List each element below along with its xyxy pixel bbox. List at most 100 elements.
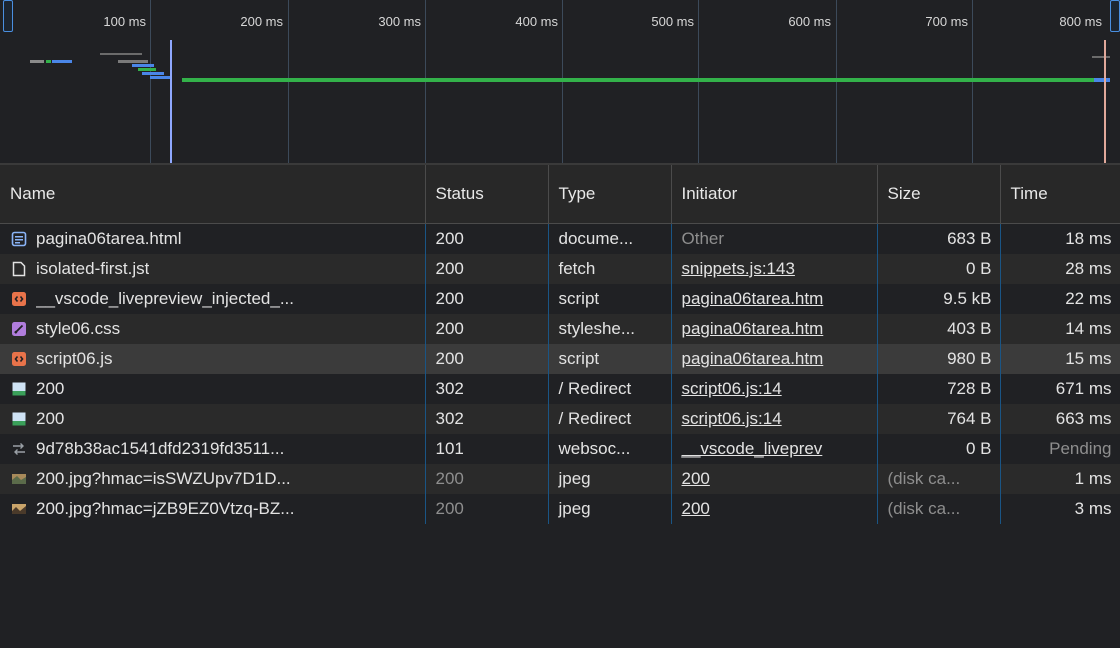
request-type: / Redirect	[548, 374, 672, 404]
table-row[interactable]: 200.jpg?hmac=jZB9EZ0Vtzq-BZ... 200 jpeg …	[0, 494, 1120, 524]
request-name-cell[interactable]: 200	[0, 404, 426, 434]
image-icon	[10, 380, 28, 398]
timeline-gridline	[425, 0, 426, 165]
request-status: 200	[425, 344, 549, 374]
request-name-cell[interactable]: style06.css	[0, 314, 426, 344]
request-bar	[1094, 78, 1110, 82]
request-name-cell[interactable]: __vscode_livepreview_injected_...	[0, 284, 426, 314]
table-row[interactable]: pagina06tarea.html 200 docume... Other 6…	[0, 223, 1120, 254]
request-initiator-link[interactable]: pagina06tarea.htm	[671, 284, 878, 314]
request-type: jpeg	[548, 464, 672, 494]
request-time: 671 ms	[1000, 374, 1120, 404]
timeline-tick-label: 700 ms	[925, 14, 968, 29]
timeline-gridline	[562, 0, 563, 165]
request-name-cell[interactable]: 200.jpg?hmac=isSWZUpv7D1D...	[0, 464, 426, 494]
request-name-cell[interactable]: isolated-first.jst	[0, 254, 426, 284]
table-row[interactable]: isolated-first.jst 200 fetch snippets.js…	[0, 254, 1120, 284]
timeline-gridline	[150, 0, 151, 165]
request-type: websoc...	[548, 434, 672, 464]
timeline-tick-label: 200 ms	[240, 14, 283, 29]
initiator-link[interactable]: script06.js:14	[682, 379, 782, 398]
request-status: 101	[425, 434, 549, 464]
request-name-cell[interactable]: 200	[0, 374, 426, 404]
column-header-name[interactable]: Name	[0, 165, 426, 224]
script-icon	[10, 290, 28, 308]
table-row[interactable]: 200 302 / Redirect script06.js:14 764 B …	[0, 404, 1120, 434]
request-initiator-link[interactable]: __vscode_liveprev	[671, 434, 878, 464]
request-time: 22 ms	[1000, 284, 1120, 314]
request-type: fetch	[548, 254, 672, 284]
request-bar-long	[182, 78, 1097, 82]
request-name: 200	[36, 409, 65, 428]
column-header-time[interactable]: Time	[1000, 165, 1120, 224]
image-icon	[10, 410, 28, 428]
request-size: 9.5 kB	[877, 284, 1001, 314]
request-status: 200	[425, 464, 549, 494]
initiator-link[interactable]: script06.js:14	[682, 409, 782, 428]
initiator-link[interactable]: __vscode_liveprev	[682, 439, 823, 458]
request-name-cell[interactable]: 200.jpg?hmac=jZB9EZ0Vtzq-BZ...	[0, 494, 426, 524]
request-initiator-link[interactable]: pagina06tarea.htm	[671, 314, 878, 344]
initiator-link[interactable]: pagina06tarea.htm	[682, 349, 824, 368]
websocket-icon	[10, 440, 28, 458]
table-row[interactable]: 200 302 / Redirect script06.js:14 728 B …	[0, 374, 1120, 404]
stylesheet-icon	[10, 320, 28, 338]
request-status: 200	[425, 254, 549, 284]
request-size: (disk ca...	[877, 464, 1001, 494]
column-header-type[interactable]: Type	[548, 165, 672, 224]
column-header-size[interactable]: Size	[877, 165, 1001, 224]
image-thumbnail-icon	[10, 470, 28, 488]
initiator-link[interactable]: 200	[682, 469, 710, 488]
timeline-overview[interactable]: 100 ms 200 ms 300 ms 400 ms 500 ms 600 m…	[0, 0, 1120, 165]
request-type: / Redirect	[548, 404, 672, 434]
column-header-initiator[interactable]: Initiator	[671, 165, 878, 224]
request-bar	[52, 60, 72, 63]
request-name: 200.jpg?hmac=isSWZUpv7D1D...	[36, 469, 291, 488]
request-initiator-link[interactable]: script06.js:14	[671, 374, 878, 404]
timeline-gridline	[972, 0, 973, 165]
column-header-status[interactable]: Status	[425, 165, 549, 224]
request-initiator-link[interactable]: script06.js:14	[671, 404, 878, 434]
request-status: 200	[425, 314, 549, 344]
request-type: jpeg	[548, 494, 672, 524]
request-time: 3 ms	[1000, 494, 1120, 524]
request-size: 403 B	[877, 314, 1001, 344]
request-initiator-link[interactable]: 200	[671, 494, 878, 524]
timeline-tick-label: 800 ms	[1059, 14, 1102, 29]
request-status: 200	[425, 494, 549, 524]
request-name-cell[interactable]: pagina06tarea.html	[0, 223, 426, 254]
request-initiator-link[interactable]: snippets.js:143	[671, 254, 878, 284]
request-name-cell[interactable]: script06.js	[0, 344, 426, 374]
request-size: 0 B	[877, 434, 1001, 464]
timeline-tick-label: 100 ms	[103, 14, 146, 29]
timeline-tick-label: 500 ms	[651, 14, 694, 29]
request-status: 200	[425, 284, 549, 314]
request-initiator-link[interactable]: 200	[671, 464, 878, 494]
request-initiator-link[interactable]: pagina06tarea.htm	[671, 344, 878, 374]
request-bar	[138, 68, 156, 71]
document-icon	[10, 230, 28, 248]
initiator-link[interactable]: 200	[682, 499, 710, 518]
request-name: 200	[36, 379, 65, 398]
overview-right-handle[interactable]	[1110, 0, 1120, 32]
request-name: __vscode_livepreview_injected_...	[36, 289, 294, 308]
dom-content-loaded-marker	[170, 40, 172, 165]
overview-left-handle[interactable]	[3, 0, 13, 32]
request-size: 728 B	[877, 374, 1001, 404]
request-bar	[100, 53, 142, 55]
initiator-link[interactable]: pagina06tarea.htm	[682, 289, 824, 308]
initiator-link[interactable]: pagina06tarea.htm	[682, 319, 824, 338]
table-row[interactable]: 200.jpg?hmac=isSWZUpv7D1D... 200 jpeg 20…	[0, 464, 1120, 494]
table-row-selected[interactable]: script06.js 200 script pagina06tarea.htm…	[0, 344, 1120, 374]
request-time: 1 ms	[1000, 464, 1120, 494]
table-row[interactable]: style06.css 200 styleshe... pagina06tare…	[0, 314, 1120, 344]
request-name: isolated-first.jst	[36, 259, 150, 278]
table-row[interactable]: 9d78b38ac1541dfd2319fd3511... 101 websoc…	[0, 434, 1120, 464]
request-type: script	[548, 344, 672, 374]
request-size: 980 B	[877, 344, 1001, 374]
initiator-link[interactable]: snippets.js:143	[682, 259, 795, 278]
request-time: 663 ms	[1000, 404, 1120, 434]
request-initiator: Other	[671, 223, 878, 254]
table-row[interactable]: __vscode_livepreview_injected_... 200 sc…	[0, 284, 1120, 314]
request-name-cell[interactable]: 9d78b38ac1541dfd2319fd3511...	[0, 434, 426, 464]
